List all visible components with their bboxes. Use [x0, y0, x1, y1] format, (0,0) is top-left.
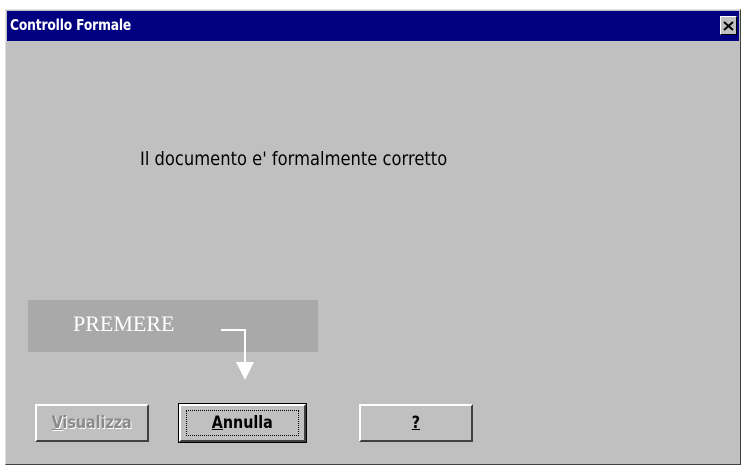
- close-icon: [723, 20, 734, 31]
- close-button[interactable]: [720, 16, 737, 35]
- hint-overlay: PREMERE: [28, 300, 318, 352]
- arrow-down-icon: [221, 329, 254, 380]
- visualizza-label: isualizza: [62, 413, 133, 433]
- hint-label: PREMERE: [73, 311, 175, 336]
- annulla-mnemonic: A: [211, 413, 224, 433]
- title-bar[interactable]: Controllo Formale: [7, 11, 739, 41]
- result-message: Il documento e' formalmente corretto: [140, 148, 448, 170]
- dialog-window: Controllo Formale Il documento e' formal…: [5, 9, 741, 465]
- help-button[interactable]: ?: [359, 404, 473, 442]
- window-title: Controllo Formale: [10, 16, 132, 34]
- visualizza-mnemonic: V: [51, 413, 63, 433]
- annulla-button[interactable]: Annulla: [178, 403, 307, 443]
- visualizza-button[interactable]: Visualizza: [35, 404, 149, 442]
- annulla-label: nnulla: [223, 413, 273, 433]
- help-label: ?: [411, 413, 421, 433]
